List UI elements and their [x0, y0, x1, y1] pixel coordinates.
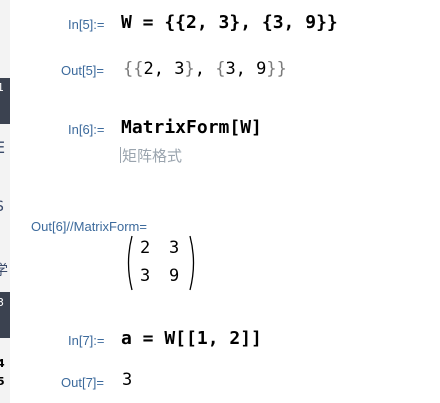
- cell-7-output[interactable]: 3: [122, 370, 132, 390]
- cell-7-input-label: In[7]:=: [68, 333, 105, 348]
- strip-fragment-5: 3: [0, 296, 4, 309]
- output-brace: }: [184, 59, 195, 79]
- text-cursor: [120, 147, 121, 163]
- cell-5-output[interactable]: {{2, 3}, {3, 9}}: [123, 59, 287, 79]
- strip-fragment-7: 5: [0, 375, 5, 388]
- strip-fragment-1: 1: [0, 81, 4, 94]
- output-row-2: 3, 9: [225, 59, 267, 79]
- cell-6-input[interactable]: MatrixForm[W]: [121, 117, 262, 138]
- right-paren-icon: [189, 235, 195, 291]
- cell-7-output-label: Out[7]=: [61, 375, 104, 390]
- cell-5-output-label: Out[5]=: [61, 63, 104, 78]
- strip-fragment-6: 4: [0, 357, 5, 370]
- autocomplete-hint[interactable]: 矩阵格式: [120, 145, 182, 166]
- strip-fragment-2: E: [0, 138, 6, 157]
- matrix-cell-1-1: 2: [140, 238, 151, 258]
- strip-fragment-3: S: [0, 200, 4, 214]
- background-window-strip: 1 E S 学 3 4 5: [0, 0, 10, 403]
- cell-5-input-label: In[5]:=: [68, 17, 105, 32]
- output-separator: ,: [194, 59, 216, 79]
- cell-7-input[interactable]: a = W[[1, 2]]: [121, 328, 262, 349]
- output-brace: {: [215, 59, 226, 79]
- matrix-cell-2-1: 3: [140, 266, 151, 286]
- left-paren-icon: [127, 235, 133, 291]
- matrix-parentheses: [127, 235, 195, 291]
- autocomplete-hint-text: 矩阵格式: [122, 147, 183, 165]
- matrix-cell-2-2: 9: [169, 266, 180, 286]
- matrix-cell-1-2: 3: [169, 238, 180, 258]
- cell-6-input-label: In[6]:=: [68, 122, 105, 137]
- cell-6-output-label: Out[6]//MatrixForm=: [31, 219, 147, 234]
- notebook-right-edge: [432, 0, 440, 403]
- output-brace: {: [123, 59, 134, 79]
- output-brace: }: [276, 59, 287, 79]
- output-row-1: 2, 3: [143, 59, 185, 79]
- output-brace: {: [133, 59, 144, 79]
- matrix-output[interactable]: 2 3 3 9: [125, 234, 197, 292]
- cell-5-input[interactable]: W = {{2, 3}, {3, 9}}: [121, 12, 338, 33]
- output-brace: }: [266, 59, 277, 79]
- strip-fragment-4: 学: [0, 263, 8, 279]
